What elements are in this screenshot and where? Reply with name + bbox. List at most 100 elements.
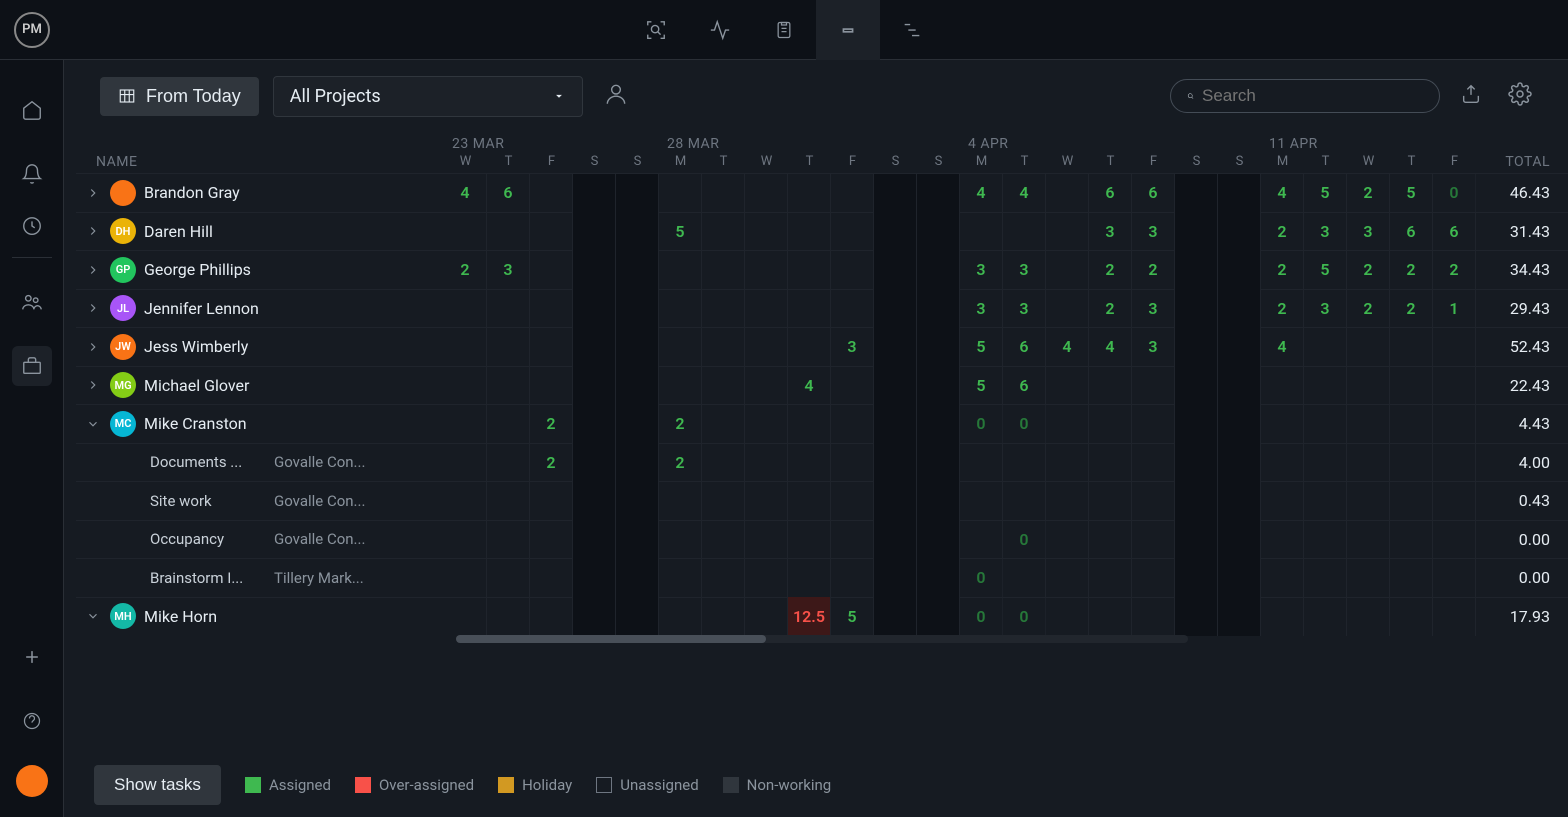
from-today-button[interactable]: From Today: [100, 77, 259, 116]
workload-cell[interactable]: [702, 212, 745, 251]
workload-cell[interactable]: [616, 482, 659, 521]
workload-cell[interactable]: [659, 520, 702, 559]
workload-cell[interactable]: [1046, 251, 1089, 290]
workload-cell[interactable]: 2: [1089, 289, 1132, 328]
workload-cell[interactable]: [1046, 289, 1089, 328]
workload-cell[interactable]: [616, 366, 659, 405]
workload-cell[interactable]: 2: [659, 405, 702, 444]
chevron-right-icon[interactable]: [84, 378, 102, 392]
workload-cell[interactable]: 4: [1261, 328, 1304, 367]
workload-cell[interactable]: [659, 559, 702, 598]
workload-cell[interactable]: [1218, 328, 1261, 367]
briefcase-icon[interactable]: [12, 346, 52, 386]
workload-cell[interactable]: 4: [1003, 174, 1046, 213]
workload-cell[interactable]: [530, 212, 573, 251]
workload-cell[interactable]: [788, 443, 831, 482]
workload-cell[interactable]: [1132, 443, 1175, 482]
workload-cell[interactable]: 1: [1433, 289, 1476, 328]
workload-cell[interactable]: [1347, 328, 1390, 367]
workload-cell[interactable]: [1433, 443, 1476, 482]
chevron-right-icon[interactable]: [84, 263, 102, 277]
workload-cell[interactable]: [1304, 482, 1347, 521]
clipboard-icon[interactable]: [752, 0, 816, 60]
workload-cell[interactable]: 3: [1347, 212, 1390, 251]
workload-cell[interactable]: [917, 405, 960, 444]
person-name[interactable]: Michael Glover: [144, 376, 249, 395]
workload-cell[interactable]: [487, 559, 530, 598]
workload-cell[interactable]: [1175, 366, 1218, 405]
workload-cell[interactable]: [745, 366, 788, 405]
workload-cell[interactable]: 3: [960, 289, 1003, 328]
workload-cell[interactable]: [573, 443, 616, 482]
workload-cell[interactable]: [745, 520, 788, 559]
workload-cell[interactable]: [745, 328, 788, 367]
workload-cell[interactable]: [831, 482, 874, 521]
workload-cell[interactable]: [659, 174, 702, 213]
workload-cell[interactable]: [1089, 405, 1132, 444]
workload-cell[interactable]: [659, 366, 702, 405]
workload-cell[interactable]: [788, 482, 831, 521]
workload-cell[interactable]: [616, 405, 659, 444]
workload-cell[interactable]: [788, 174, 831, 213]
workload-cell[interactable]: 0: [1003, 405, 1046, 444]
workload-cell[interactable]: [659, 482, 702, 521]
workload-cell[interactable]: [1089, 559, 1132, 598]
person-name[interactable]: George Phillips: [144, 260, 251, 279]
workload-cell[interactable]: [616, 443, 659, 482]
workload-cell[interactable]: [616, 212, 659, 251]
home-icon[interactable]: [12, 90, 52, 130]
workload-cell[interactable]: 4: [960, 174, 1003, 213]
workload-cell[interactable]: [1046, 597, 1089, 636]
chevron-right-icon[interactable]: [84, 301, 102, 315]
workload-cell[interactable]: [444, 328, 487, 367]
workload-cell[interactable]: [1347, 405, 1390, 444]
workload-cell[interactable]: [1218, 251, 1261, 290]
horizontal-scrollbar[interactable]: [456, 635, 1188, 643]
help-icon[interactable]: [12, 701, 52, 741]
chevron-down-icon[interactable]: [84, 609, 102, 623]
workload-cell[interactable]: [1304, 443, 1347, 482]
workload-cell[interactable]: 4: [788, 366, 831, 405]
workload-cell[interactable]: [616, 597, 659, 636]
workload-cell[interactable]: [831, 289, 874, 328]
workload-cell[interactable]: [1261, 482, 1304, 521]
project-filter-select[interactable]: All Projects: [273, 76, 583, 117]
workload-cell[interactable]: [1433, 405, 1476, 444]
workload-cell[interactable]: [745, 482, 788, 521]
workload-cell[interactable]: 3: [1132, 328, 1175, 367]
workload-cell[interactable]: [831, 559, 874, 598]
workload-cell[interactable]: 6: [1003, 366, 1046, 405]
workload-cell[interactable]: [1218, 520, 1261, 559]
export-icon[interactable]: [1454, 77, 1488, 115]
workload-cell[interactable]: [1132, 405, 1175, 444]
workload-cell[interactable]: [788, 520, 831, 559]
workload-cell[interactable]: 2: [444, 251, 487, 290]
workload-cell[interactable]: [573, 251, 616, 290]
workload-cell[interactable]: [1390, 366, 1433, 405]
chevron-right-icon[interactable]: [84, 186, 102, 200]
workload-cell[interactable]: 5: [1304, 174, 1347, 213]
workload-cell[interactable]: [745, 251, 788, 290]
workload-cell[interactable]: [1304, 328, 1347, 367]
workload-cell[interactable]: [1175, 482, 1218, 521]
workload-cell[interactable]: [1132, 482, 1175, 521]
workload-cell[interactable]: 2: [1132, 251, 1175, 290]
workload-cell[interactable]: [745, 559, 788, 598]
workload-cell[interactable]: 2: [1390, 289, 1433, 328]
workload-cell[interactable]: [917, 597, 960, 636]
workload-cell[interactable]: [702, 443, 745, 482]
workload-cell[interactable]: 4: [444, 174, 487, 213]
workload-cell[interactable]: [702, 520, 745, 559]
workload-cell[interactable]: [745, 289, 788, 328]
workload-cell[interactable]: [702, 405, 745, 444]
workload-cell[interactable]: [1175, 174, 1218, 213]
workload-cell[interactable]: 2: [659, 443, 702, 482]
workload-cell[interactable]: [960, 520, 1003, 559]
workload-cell[interactable]: [788, 289, 831, 328]
workload-cell[interactable]: [874, 482, 917, 521]
workload-cell[interactable]: 6: [1433, 212, 1476, 251]
workload-cell[interactable]: [1046, 443, 1089, 482]
workload-cell[interactable]: [1003, 443, 1046, 482]
workload-cell[interactable]: [702, 289, 745, 328]
workload-cell[interactable]: 5: [831, 597, 874, 636]
